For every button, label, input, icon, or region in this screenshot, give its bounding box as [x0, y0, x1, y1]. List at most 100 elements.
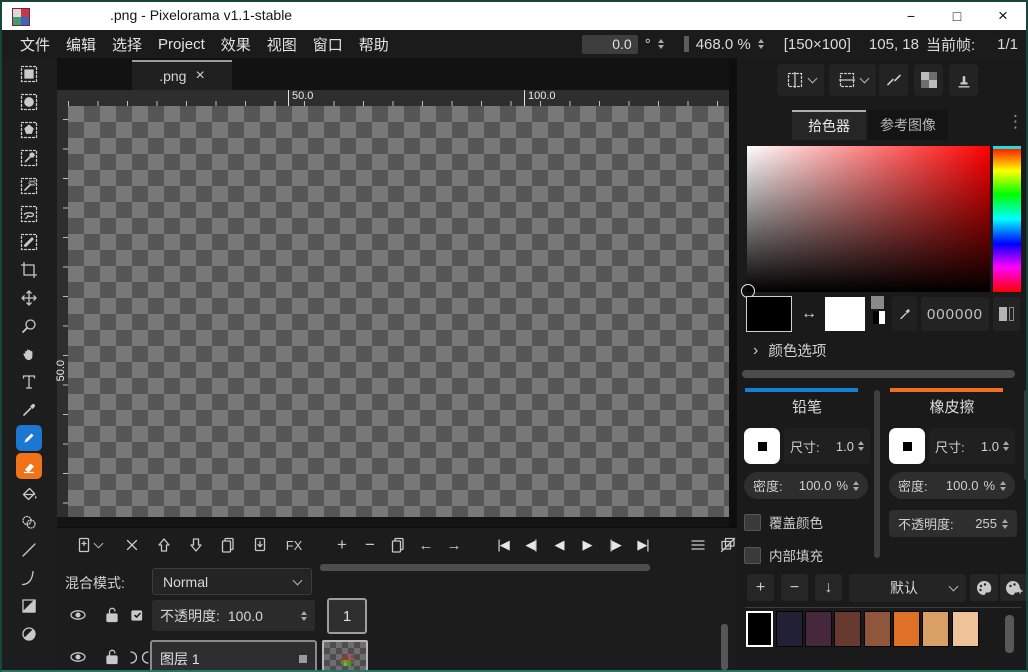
eraser-density-input[interactable]: 密度: 100.0 % — [889, 472, 1015, 499]
drawing-canvas[interactable] — [68, 106, 729, 517]
tool-crop[interactable] — [16, 257, 42, 283]
tool-paint-select[interactable] — [16, 229, 42, 255]
density-spinner[interactable] — [1000, 481, 1006, 491]
timeline-hscrollbar[interactable] — [320, 564, 650, 571]
color-options-expander[interactable]: › 颜色选项 — [753, 340, 826, 361]
palette-swatch-3[interactable] — [834, 611, 861, 647]
tool-move[interactable] — [16, 285, 42, 311]
play-button[interactable]: ▶ — [574, 532, 600, 558]
vertical-ruler[interactable]: 50.0 — [57, 106, 68, 517]
tool-zoom[interactable] — [16, 313, 42, 339]
eraser-size-input[interactable]: 尺寸: 1.0 — [929, 428, 1015, 464]
horizontal-ruler[interactable]: 50.0 100.0 — [57, 90, 729, 106]
link-cels-button[interactable] — [127, 604, 149, 631]
tool-polygon-select[interactable] — [16, 117, 42, 143]
tool-line[interactable] — [16, 537, 42, 563]
menu-file[interactable]: 文件 — [12, 34, 58, 55]
pencil-panel-scrollbar[interactable] — [874, 390, 880, 558]
tool-text[interactable] — [16, 369, 42, 395]
palette-swatch-0[interactable] — [746, 611, 773, 647]
prev-frame-button[interactable]: ◀| — [518, 532, 544, 558]
play-backwards-button[interactable]: ◀ — [546, 532, 572, 558]
overwrite-color-checkbox[interactable]: 覆盖颜色 — [744, 512, 823, 532]
opacity-spinner[interactable] — [301, 611, 307, 621]
hue-slider[interactable] — [993, 146, 1021, 292]
menu-project[interactable]: Project — [150, 36, 213, 53]
delete-layer-button[interactable] — [119, 532, 145, 558]
clone-frame-button[interactable] — [385, 532, 411, 558]
tab-close-icon[interactable]: × — [195, 68, 204, 84]
rotation-input[interactable]: 0.0 — [582, 35, 638, 54]
hue-cursor[interactable] — [993, 146, 1021, 149]
pencil-brush-button[interactable] — [744, 428, 780, 464]
palette-swatch-6[interactable] — [922, 611, 949, 647]
size-spinner[interactable] — [858, 441, 864, 451]
add-layer-button[interactable] — [65, 532, 111, 558]
swap-colors-button[interactable]: ↔ — [797, 296, 821, 332]
panel-hscrollbar[interactable] — [742, 370, 1015, 378]
rotation-spinner[interactable] — [658, 39, 664, 49]
fx-button[interactable]: FX — [281, 532, 307, 558]
zoom-value[interactable]: 468.0 % — [696, 36, 751, 53]
tool-rectangle[interactable] — [16, 593, 42, 619]
add-frame-button[interactable]: + — [329, 532, 355, 558]
pencil-size-input[interactable]: 尺寸: 1.0 — [784, 428, 870, 464]
go-last-frame-button[interactable]: ▶| — [630, 532, 656, 558]
blend-mode-select[interactable]: Normal — [152, 568, 312, 595]
palette-swatch-4[interactable] — [864, 611, 891, 647]
palette-swatch-7[interactable] — [952, 611, 979, 647]
fill-inside-checkbox[interactable]: 内部填充 — [744, 545, 823, 565]
tool-shading[interactable] — [16, 509, 42, 535]
tool-color-select[interactable] — [16, 145, 42, 171]
zoom-drag-handle[interactable] — [684, 36, 689, 52]
layer1-extra-button-1[interactable] — [127, 648, 139, 671]
eraser-brush-button[interactable] — [889, 428, 925, 464]
left-color-swatch[interactable] — [746, 296, 792, 332]
tool-pencil[interactable] — [16, 425, 42, 451]
timeline-vscrollbar[interactable] — [721, 624, 728, 670]
color-mode-button[interactable] — [993, 297, 1020, 331]
menu-effects[interactable]: 效果 — [213, 34, 259, 55]
layer-visibility-button[interactable] — [67, 604, 89, 631]
palette-select[interactable]: 默认 — [849, 574, 966, 602]
menu-window[interactable]: 窗口 — [305, 34, 351, 55]
move-frame-right-button[interactable]: → — [441, 532, 467, 558]
size-spinner[interactable] — [1003, 441, 1009, 451]
palette-swatch-1[interactable] — [776, 611, 803, 647]
clone-layer-button[interactable] — [215, 532, 241, 558]
tool-color-picker[interactable] — [16, 397, 42, 423]
palette-swatch-5[interactable] — [893, 611, 920, 647]
default-colors-top[interactable] — [871, 296, 884, 309]
symmetry-x-button[interactable] — [777, 64, 824, 96]
symmetry-y-button[interactable] — [829, 64, 876, 96]
move-layer-up-button[interactable] — [151, 532, 177, 558]
go-first-frame-button[interactable]: |◀ — [490, 532, 516, 558]
zoom-spinner[interactable] — [758, 39, 764, 49]
palette-swatch-2[interactable] — [805, 611, 832, 647]
stamp-button[interactable] — [949, 64, 978, 96]
pixel-perfect-button[interactable] — [879, 64, 908, 96]
menu-select[interactable]: 选择 — [104, 34, 150, 55]
menu-edit[interactable]: 编辑 — [58, 34, 104, 55]
tool-lasso[interactable] — [16, 201, 42, 227]
density-spinner[interactable] — [853, 481, 859, 491]
move-frame-left-button[interactable]: ← — [413, 532, 439, 558]
maximize-button[interactable]: □ — [934, 2, 980, 30]
tool-pan[interactable] — [16, 341, 42, 367]
palette-sort-button[interactable]: ↓ — [815, 574, 842, 601]
merge-down-button[interactable] — [247, 532, 273, 558]
tool-ellipse-select[interactable] — [16, 89, 42, 115]
saturation-value-square[interactable] — [747, 146, 990, 292]
remove-frame-button[interactable]: − — [357, 532, 383, 558]
hex-color-input[interactable]: 000000 — [921, 297, 989, 331]
pencil-density-input[interactable]: 密度: 100.0 % — [744, 472, 868, 499]
close-button[interactable]: × — [980, 2, 1026, 30]
tool-eraser[interactable] — [16, 453, 42, 479]
layer-opacity-input[interactable]: 不透明度: 100.0 — [152, 600, 315, 631]
palette-remove-color-button[interactable]: − — [781, 574, 808, 601]
palette-edit-button[interactable] — [970, 574, 998, 601]
palette-new-button[interactable] — [1000, 574, 1028, 601]
palette-vscrollbar[interactable] — [1005, 615, 1014, 653]
project-tab[interactable]: .png × — [132, 60, 232, 90]
minimize-button[interactable]: − — [888, 2, 934, 30]
